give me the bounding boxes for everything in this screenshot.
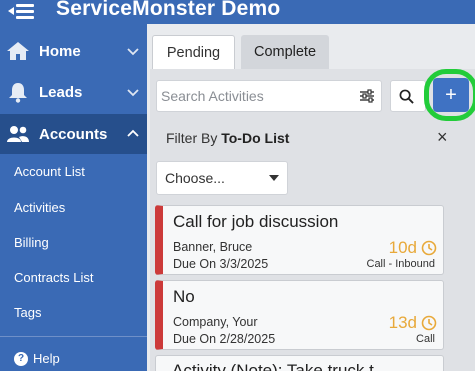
sidebar-subitem-billing[interactable]: Billing xyxy=(14,235,49,250)
clock-icon xyxy=(421,315,437,331)
search-icon xyxy=(399,89,414,104)
add-activity-button[interactable]: + xyxy=(433,78,469,112)
activity-days: 10d xyxy=(388,238,417,257)
activity-type: Call - Inbound xyxy=(366,258,436,270)
sidebar-subitem-tags[interactable]: Tags xyxy=(14,305,41,320)
bell-icon xyxy=(9,83,27,103)
app-title: ServiceMonster Demo xyxy=(56,0,281,20)
close-filter-icon[interactable]: × xyxy=(437,127,448,148)
sidebar-subitem-activities[interactable]: Activities xyxy=(14,200,65,215)
activity-card[interactable]: Call for job discussion Banner, Bruce Du… xyxy=(155,205,444,275)
activity-title: Activity (Note): Take truck t xyxy=(172,361,374,371)
search-box xyxy=(156,80,382,112)
chevron-down-icon xyxy=(127,89,139,97)
tab-complete[interactable]: Complete xyxy=(241,35,329,69)
help-link[interactable]: ? Help xyxy=(14,351,60,366)
activity-type: Call xyxy=(416,333,435,345)
activity-card[interactable]: No Company, Your Due On 2/28/2025 13d Ca… xyxy=(155,280,444,350)
tab-pending[interactable]: Pending xyxy=(152,35,235,69)
sidebar-subitem-contracts-list[interactable]: Contracts List xyxy=(14,270,93,285)
caret-down-icon xyxy=(269,175,279,181)
home-icon xyxy=(7,42,29,60)
sidebar-item-accounts[interactable]: Accounts xyxy=(0,114,147,154)
filter-prefix: Filter By xyxy=(166,130,218,146)
activity-title: Call for job discussion xyxy=(173,212,339,231)
chevron-up-icon xyxy=(127,129,139,137)
filter-label: Filter By To-Do List xyxy=(166,130,289,146)
sidebar-item-label: Accounts xyxy=(39,125,108,143)
sidebar-item-label: Home xyxy=(39,42,81,60)
help-icon: ? xyxy=(14,351,28,366)
sidebar-item-leads[interactable]: Leads xyxy=(0,72,147,112)
chevron-down-icon xyxy=(127,48,139,56)
menu-toggle-icon[interactable] xyxy=(8,3,34,19)
users-icon xyxy=(7,126,29,142)
sidebar-subitem-account-list[interactable]: Account List xyxy=(14,164,85,179)
search-button[interactable] xyxy=(390,80,426,112)
filter-select[interactable]: Choose... xyxy=(156,161,288,195)
divider xyxy=(0,336,147,337)
sidebar: Home Leads Accounts Account List Activit… xyxy=(0,24,147,371)
search-input[interactable] xyxy=(157,88,347,104)
main-content: Pending Complete + Filter By To-D xyxy=(147,24,475,371)
clock-icon xyxy=(421,240,437,256)
activity-days: 13d xyxy=(388,313,417,332)
activity-due-date: Due On 3/3/2025 xyxy=(173,257,269,271)
help-label: Help xyxy=(33,351,60,366)
filter-value: To-Do List xyxy=(221,130,290,146)
activity-card[interactable]: Activity (Note): Take truck t xyxy=(155,355,444,371)
activity-due-date: Due On 2/28/2025 xyxy=(173,332,276,346)
sidebar-item-home[interactable]: Home xyxy=(0,31,147,71)
activity-contact: Banner, Bruce xyxy=(173,240,253,254)
sidebar-item-label: Leads xyxy=(39,83,83,101)
top-bar: ServiceMonster Demo xyxy=(0,0,475,24)
filter-select-value: Choose... xyxy=(165,170,225,186)
sliders-icon[interactable] xyxy=(359,89,375,103)
activities-panel: + Filter By To-Do List × Choose... Call … xyxy=(150,69,475,371)
activity-contact: Company, Your xyxy=(173,315,258,329)
add-activity-highlight: + xyxy=(424,69,475,121)
activity-title: No xyxy=(173,287,195,306)
